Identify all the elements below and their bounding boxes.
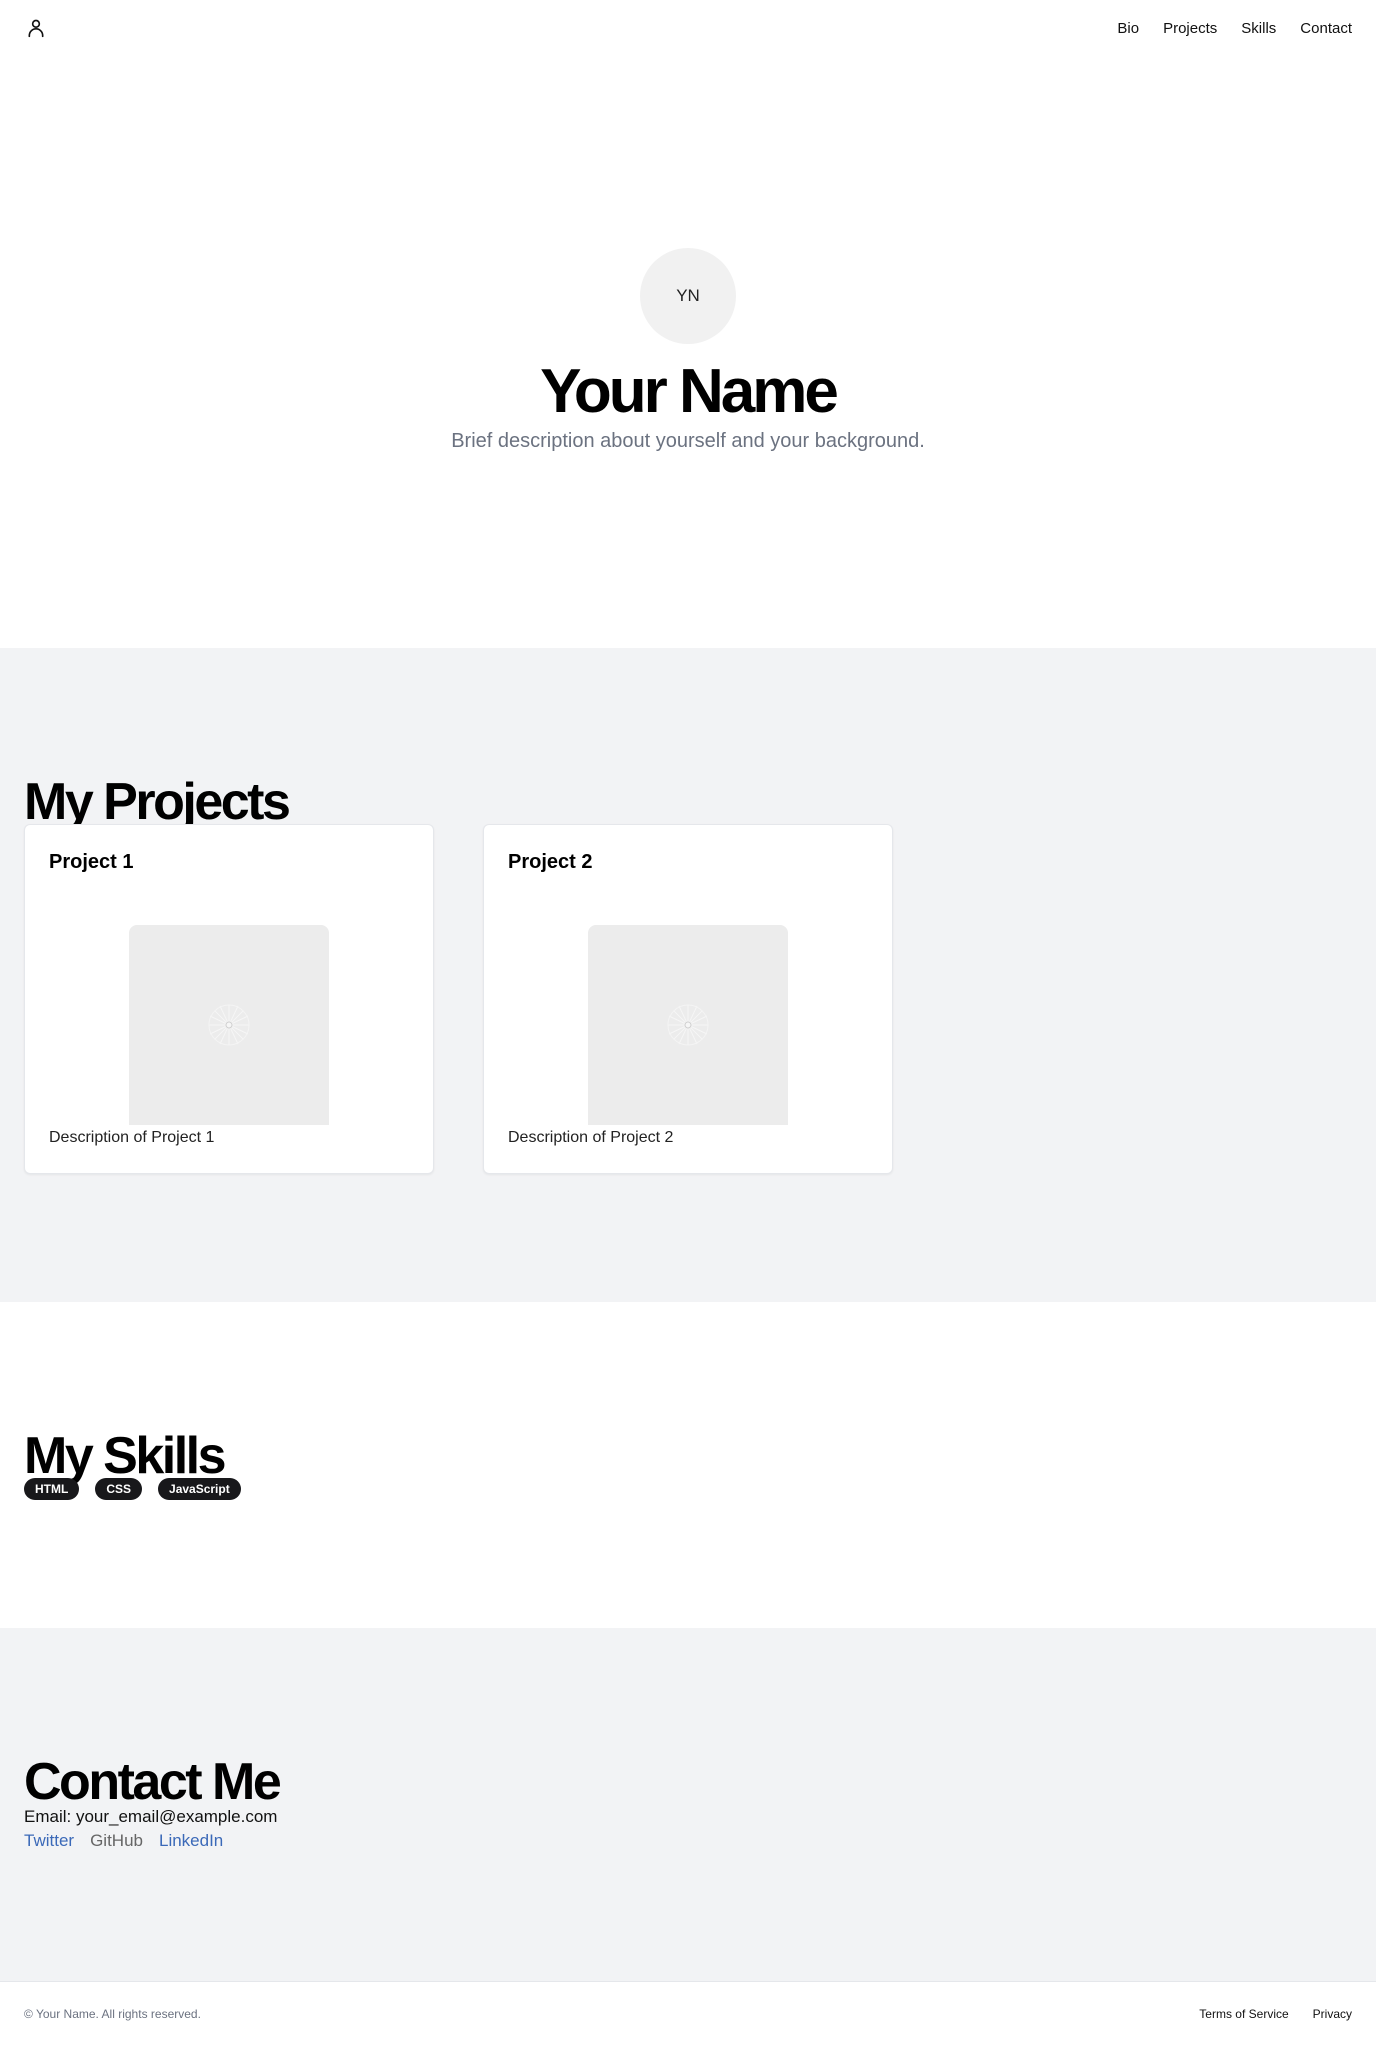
linkedin-link[interactable]: LinkedIn xyxy=(159,1831,223,1851)
project-title: Project 2 xyxy=(508,851,593,873)
project-card: Project 1 Description of Project 1 xyxy=(24,824,434,1174)
social-links: Twitter GitHub LinkedIn xyxy=(24,1831,223,1851)
skill-badge: HTML xyxy=(24,1478,80,1500)
avatar: YN xyxy=(640,248,736,344)
github-link[interactable]: GitHub xyxy=(90,1831,143,1851)
hero-section: YN Your Name Brief description about you… xyxy=(0,56,1376,648)
nav-link-bio[interactable]: Bio xyxy=(1117,20,1139,37)
skills-title: My Skills xyxy=(24,1427,227,1485)
projects-title: My Projects xyxy=(24,773,291,831)
contact-section: Contact Me Email: your_email@example.com… xyxy=(0,1628,1376,1981)
skills-section: My Skills HTML CSS JavaScript xyxy=(0,1302,1376,1628)
footer-links: Terms of Service Privacy xyxy=(1199,2007,1352,2021)
privacy-link[interactable]: Privacy xyxy=(1313,2007,1352,2021)
contact-email: Email: your_email@example.com xyxy=(24,1807,278,1826)
nav-link-contact[interactable]: Contact xyxy=(1300,20,1352,37)
skill-badges: HTML CSS JavaScript xyxy=(24,1478,241,1500)
user-icon[interactable] xyxy=(24,16,48,40)
contact-title: Contact Me xyxy=(24,1753,282,1811)
hero-description: Brief description about yourself and you… xyxy=(451,430,925,452)
main-nav: Bio Projects Skills Contact xyxy=(1117,20,1352,37)
copyright-text: © Your Name. All rights reserved. xyxy=(24,2006,201,2021)
nav-link-skills[interactable]: Skills xyxy=(1241,20,1276,37)
project-description: Description of Project 2 xyxy=(508,1129,674,1146)
projects-section: My Projects Project 1 Description of Pro xyxy=(0,648,1376,1302)
twitter-link[interactable]: Twitter xyxy=(24,1831,74,1851)
skill-badge: CSS xyxy=(95,1478,143,1500)
project-image xyxy=(588,925,788,1125)
skill-badge: JavaScript xyxy=(158,1478,241,1500)
terms-link[interactable]: Terms of Service xyxy=(1199,2007,1288,2021)
image-placeholder-icon xyxy=(667,1004,709,1046)
site-header: Bio Projects Skills Contact xyxy=(0,0,1376,56)
image-placeholder-icon xyxy=(208,1004,250,1046)
site-footer: © Your Name. All rights reserved. Terms … xyxy=(0,1981,1376,2045)
nav-link-projects[interactable]: Projects xyxy=(1163,20,1217,37)
project-description: Description of Project 1 xyxy=(49,1129,215,1146)
hero-name: Your Name xyxy=(540,357,839,426)
project-card: Project 2 Description of Project 2 xyxy=(483,824,893,1174)
project-image xyxy=(129,925,329,1125)
project-title: Project 1 xyxy=(49,851,134,873)
